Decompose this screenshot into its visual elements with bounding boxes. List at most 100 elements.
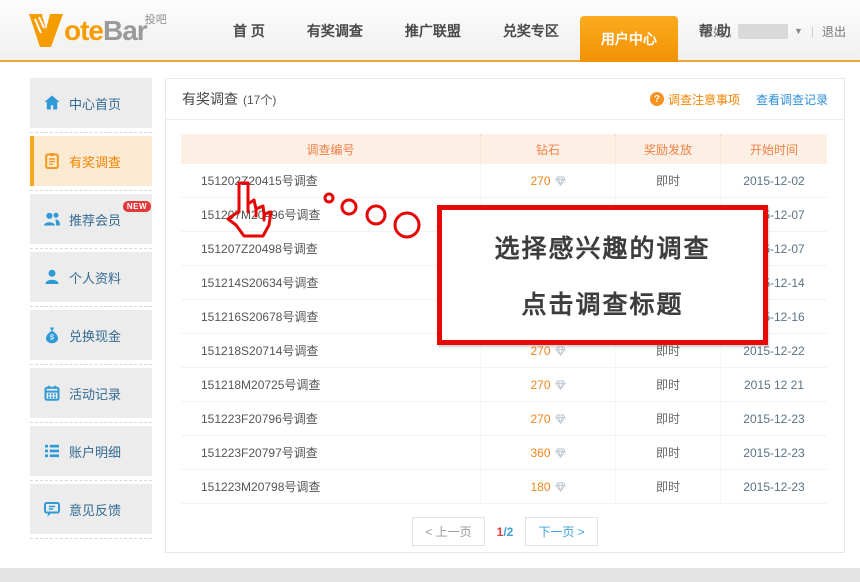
- page-title: 有奖调查: [182, 89, 238, 109]
- pagination: < 上一页 1/2 下一页 >: [166, 517, 844, 546]
- diamond-value: 270: [530, 344, 550, 358]
- sidebar-item-label: 有奖调查: [69, 152, 121, 171]
- callout-box: 选择感兴趣的调查 点击调查标题: [437, 205, 768, 345]
- main-nav: 首 页有奖调查推广联盟兑奖专区用户中心帮 助: [212, 0, 752, 62]
- reward-cell: 即时: [616, 470, 721, 503]
- table-row: 151218M20725号调查 270 即时2015 12 21: [181, 368, 827, 402]
- hand-cursor-drawing: [224, 181, 282, 243]
- survey-id-link[interactable]: 151216S20678号调查: [181, 300, 481, 333]
- calendar-icon: [43, 384, 61, 402]
- diamond-value: 180: [530, 480, 550, 494]
- gem-icon: [555, 346, 566, 356]
- sidebar-item-center-home[interactable]: 中心首页: [30, 78, 152, 128]
- callout-line2: 点击调查标题: [521, 285, 683, 321]
- diamond-value: 270: [530, 378, 550, 392]
- sidebar-item-label: 意见反馈: [69, 500, 121, 519]
- gem-icon: [555, 176, 566, 186]
- list-icon: [43, 442, 61, 460]
- reward-cell: 即时: [616, 164, 721, 197]
- sidebar: 中心首页有奖调查推荐会员NEW 个人资料 $ 兑换现金活动记录账户明细意见反馈: [30, 78, 152, 542]
- diamond-cell: 270: [481, 368, 616, 401]
- nav-item-survey[interactable]: 有奖调查: [286, 0, 384, 62]
- notice-link[interactable]: ?调查注意事项: [650, 91, 740, 108]
- date-cell: 2015-12-23: [721, 436, 827, 469]
- feedback-icon: [43, 500, 61, 518]
- survey-id-link[interactable]: 151223F20797号调查: [181, 436, 481, 469]
- logo-v-icon: [28, 11, 64, 49]
- records-link[interactable]: 查看调查记录: [756, 91, 828, 108]
- gem-icon: [555, 380, 566, 390]
- sidebar-item-label: 中心首页: [69, 94, 121, 113]
- logo-text-bar: Bar: [103, 13, 147, 49]
- table-header-row: 调查编号钻石奖励发放开始时间: [181, 134, 827, 164]
- divider: |: [811, 24, 814, 38]
- col-header-3: 开始时间: [721, 134, 827, 164]
- sidebar-item-label: 兑换现金: [69, 326, 121, 345]
- home-icon: [43, 94, 61, 112]
- diamond-cell: 360: [481, 436, 616, 469]
- date-cell: 2015-12-23: [721, 470, 827, 503]
- diamond-value: 270: [530, 412, 550, 426]
- reward-cell: 即时: [616, 402, 721, 435]
- user-icon: [43, 268, 61, 286]
- question-icon: ?: [650, 92, 664, 106]
- user-greeting: 您好 ,: [701, 23, 732, 40]
- logo-text-ote: ote: [64, 13, 103, 49]
- sidebar-item-label: 账户明细: [69, 442, 121, 461]
- nav-item-user-center[interactable]: 用户中心: [580, 16, 678, 62]
- diamond-value: 270: [530, 174, 550, 188]
- next-page-button[interactable]: 下一页 >: [525, 517, 597, 546]
- users-icon: [43, 210, 61, 228]
- date-cell: 2015 12 21: [721, 368, 827, 401]
- username-blurred[interactable]: [738, 24, 788, 39]
- nav-item-redeem[interactable]: 兑奖专区: [482, 0, 580, 62]
- sidebar-item-cash[interactable]: $ 兑换现金: [30, 310, 152, 360]
- table-row: 151223M20798号调查 180 即时2015-12-23: [181, 470, 827, 504]
- nav-item-home[interactable]: 首 页: [212, 0, 286, 62]
- titlebar-links: ?调查注意事项 查看调查记录: [650, 91, 828, 108]
- diamond-value: 360: [530, 446, 550, 460]
- col-header-2: 奖励发放: [616, 134, 721, 164]
- sidebar-item-survey[interactable]: 有奖调查: [30, 136, 152, 186]
- chevron-down-icon[interactable]: ▼: [794, 26, 803, 36]
- logo[interactable]: ote Bar 投吧: [28, 11, 167, 49]
- col-header-1: 钻石: [481, 134, 616, 164]
- sidebar-item-referral[interactable]: 推荐会员NEW: [30, 194, 152, 244]
- table-row: 151223F20796号调查 270 即时2015-12-23: [181, 402, 827, 436]
- clipboard-icon: [43, 152, 61, 170]
- site-header: ote Bar 投吧 首 页有奖调查推广联盟兑奖专区用户中心帮 助 您好 , ▼…: [0, 0, 860, 62]
- sidebar-item-activity[interactable]: 活动记录: [30, 368, 152, 418]
- prev-page-button[interactable]: < 上一页: [412, 517, 484, 546]
- survey-id-link[interactable]: 151223M20798号调查: [181, 470, 481, 503]
- new-badge: NEW: [123, 201, 151, 212]
- panel-titlebar: 有奖调查 (17个) ?调查注意事项 查看调查记录: [166, 79, 844, 120]
- logo-chinese-label: 投吧: [145, 11, 167, 27]
- gem-icon: [555, 448, 566, 458]
- sidebar-item-label: 推荐会员: [69, 210, 121, 229]
- logout-link[interactable]: 退出: [822, 23, 846, 40]
- callout-line1: 选择感兴趣的调查: [494, 229, 710, 265]
- sidebar-item-account[interactable]: 账户明细: [30, 426, 152, 476]
- sidebar-item-feedback[interactable]: 意见反馈: [30, 484, 152, 534]
- survey-id-link[interactable]: 151218M20725号调查: [181, 368, 481, 401]
- date-cell: 2015-12-02: [721, 164, 827, 197]
- diamond-cell: 270: [481, 164, 616, 197]
- reward-cell: 即时: [616, 368, 721, 401]
- date-cell: 2015-12-23: [721, 402, 827, 435]
- page-indicator: 1/2: [497, 525, 514, 539]
- survey-id-link[interactable]: 151214S20634号调查: [181, 266, 481, 299]
- survey-id-link[interactable]: 151223F20796号调查: [181, 402, 481, 435]
- sidebar-item-profile[interactable]: 个人资料: [30, 252, 152, 302]
- moneybag-icon: $: [43, 326, 61, 344]
- diamond-cell: 180: [481, 470, 616, 503]
- sidebar-item-label: 活动记录: [69, 384, 121, 403]
- gem-icon: [555, 482, 566, 492]
- table-row: 151223F20797号调查360即时2015-12-23: [181, 436, 827, 470]
- page-footer: [0, 568, 860, 582]
- diamond-cell: 270: [481, 402, 616, 435]
- nav-item-promotion[interactable]: 推广联盟: [384, 0, 482, 62]
- user-area: 您好 , ▼ | 退出: [701, 0, 846, 62]
- survey-id-link[interactable]: 151218S20714号调查: [181, 334, 481, 367]
- survey-count: (17个): [243, 91, 276, 108]
- click-trail-circles: [320, 186, 428, 242]
